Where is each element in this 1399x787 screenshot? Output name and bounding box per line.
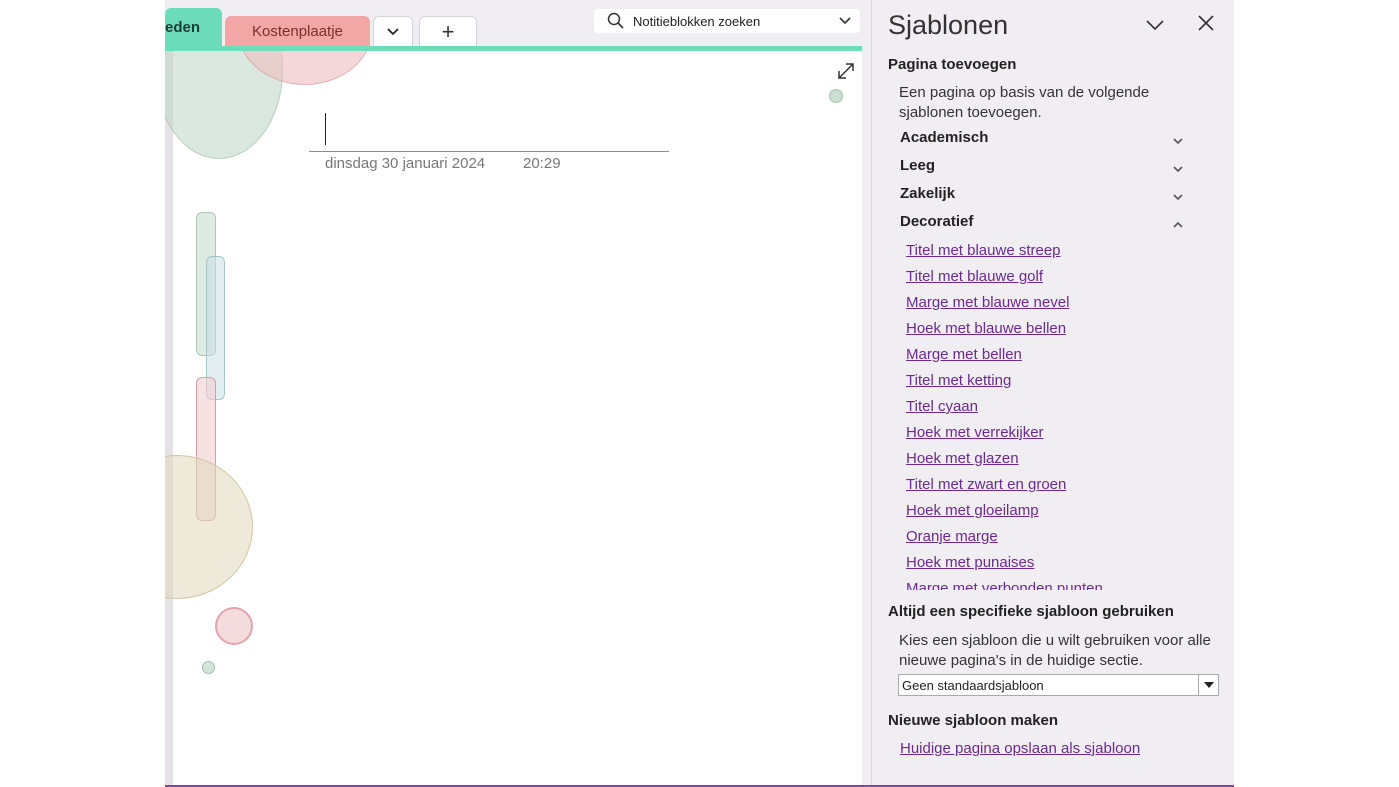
template-link[interactable]: Titel met zwart en groen xyxy=(906,474,1216,500)
chevron-down-icon[interactable] xyxy=(1144,14,1166,36)
title-text-cursor xyxy=(325,113,326,145)
template-link[interactable]: Titel met ketting xyxy=(906,370,1216,396)
pane-title: Sjablonen xyxy=(888,10,1009,40)
always-use-description: Kies een sjabloon die u wilt gebruiken v… xyxy=(899,632,1211,669)
category-decoratief[interactable]: Decoratief xyxy=(900,213,1190,237)
template-link[interactable]: Marge met bellen xyxy=(906,344,1216,370)
template-link[interactable]: Hoek met verrekijker xyxy=(906,422,1216,448)
category-label: Zakelijk xyxy=(900,185,956,202)
add-page-heading: Pagina toevoegen xyxy=(888,56,1017,73)
always-use-heading: Altijd een specifieke sjabloon gebruiken xyxy=(888,603,1174,620)
default-template-select[interactable]: Geen standaardsjabloon xyxy=(898,674,1219,696)
template-link[interactable]: Hoek met glazen xyxy=(906,448,1216,474)
category-zakelijk[interactable]: Zakelijk xyxy=(900,185,1190,209)
template-link[interactable]: Titel met blauwe streep xyxy=(906,240,1216,266)
note-page-canvas[interactable]: dinsdag 30 januari 2024 20:29 xyxy=(165,51,862,786)
section-tab-kostenplaatje[interactable]: Kostenplaatje xyxy=(225,16,370,46)
close-icon[interactable] xyxy=(1197,14,1215,32)
category-label: Leeg xyxy=(900,157,936,174)
decorative-template-list[interactable]: Titel met blauwe streep Titel met blauwe… xyxy=(906,240,1216,590)
decorative-bubble xyxy=(829,89,843,103)
template-link[interactable]: Marge met blauwe nevel xyxy=(906,292,1216,318)
chevron-down-icon[interactable] xyxy=(838,14,852,28)
category-leeg[interactable]: Leeg xyxy=(900,157,1190,181)
save-as-template-link[interactable]: Huidige pagina opslaan als sjabloon xyxy=(900,740,1140,757)
template-link[interactable]: Oranje marge xyxy=(906,526,1216,552)
template-link[interactable]: Marge met verbonden punten xyxy=(906,578,1216,590)
template-link[interactable]: Hoek met punaises xyxy=(906,552,1216,578)
chevron-down-icon xyxy=(1173,138,1183,145)
new-template-heading: Nieuwe sjabloon maken xyxy=(888,712,1059,729)
add-page-description: Een pagina op basis van de volgende sjab… xyxy=(899,84,1150,121)
section-tab-label: eden xyxy=(165,19,201,36)
section-tab-active[interactable]: eden xyxy=(165,8,222,46)
page-time: 20:29 xyxy=(523,155,561,172)
notebook-search-box[interactable]: Notitieblokken zoeken xyxy=(594,9,860,33)
decorative-bubble xyxy=(215,607,253,645)
category-academisch[interactable]: Academisch xyxy=(900,129,1190,153)
templates-pane: Sjablonen Pagina toevoegen Een pagina op… xyxy=(872,0,1234,787)
chevron-down-icon xyxy=(1173,194,1183,201)
expand-icon[interactable] xyxy=(836,61,856,81)
chevron-down-icon xyxy=(387,27,399,35)
category-label: Decoratief xyxy=(900,213,974,230)
decorative-bubble xyxy=(202,661,215,674)
chevron-down-icon xyxy=(1173,166,1183,173)
section-list-dropdown-button[interactable] xyxy=(373,16,413,46)
section-tab-label: Kostenplaatje xyxy=(252,23,343,40)
template-link[interactable]: Titel cyaan xyxy=(906,396,1216,422)
category-label: Academisch xyxy=(900,129,989,146)
page-title-underline xyxy=(309,151,669,152)
template-link[interactable]: Titel met blauwe golf xyxy=(906,266,1216,292)
add-section-button[interactable]: + xyxy=(419,16,477,46)
page-date: dinsdag 30 januari 2024 xyxy=(325,155,486,172)
plus-icon: + xyxy=(441,18,455,44)
default-template-value: Geen standaardsjabloon xyxy=(902,678,1044,693)
template-link[interactable]: Hoek met gloeilamp xyxy=(906,500,1216,526)
onenote-window: eden Kostenplaatje + Notitieblokken zoek… xyxy=(165,0,1234,787)
dropdown-arrow-icon[interactable] xyxy=(1198,675,1218,695)
search-placeholder: Notitieblokken zoeken xyxy=(633,13,761,29)
chevron-up-icon xyxy=(1173,221,1183,228)
search-icon xyxy=(607,12,624,29)
decorative-bubble xyxy=(165,455,253,599)
template-link[interactable]: Hoek met blauwe bellen xyxy=(906,318,1216,344)
page-left-edge xyxy=(165,51,173,786)
